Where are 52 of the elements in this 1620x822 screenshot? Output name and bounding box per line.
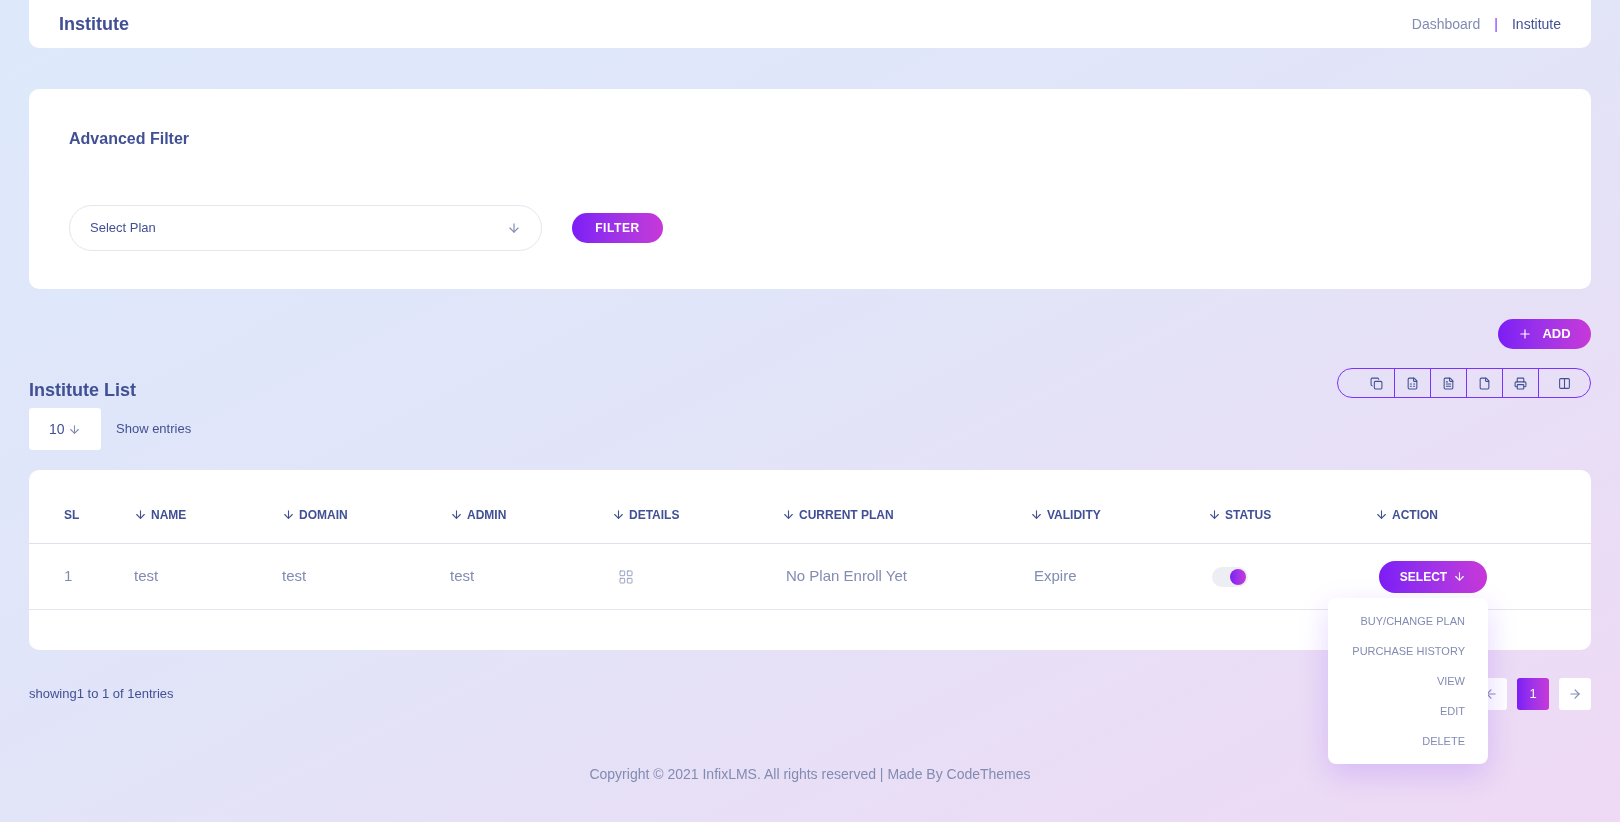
table-cell: test [450,567,475,585]
column-header[interactable]: ADMIN [450,505,612,524]
table-cell: test [282,567,307,585]
column-header[interactable]: VALIDITY [1030,505,1208,524]
plus-icon [1518,327,1533,341]
document-icon [1406,376,1419,390]
sort-icon [1375,508,1388,521]
table-cell: Expire [1034,567,1077,585]
column-header[interactable]: DETAILS [612,505,782,524]
sort-icon [134,508,147,521]
filter-button[interactable]: FILTER [572,213,663,243]
caret-icon [68,422,81,436]
menu-item[interactable]: BUY/CHANGE PLAN [1360,612,1465,630]
menu-item[interactable]: EDIT [1439,702,1465,720]
entries-label: Show entries [116,420,192,439]
caret-icon [507,221,521,235]
column-header[interactable]: STATUS [1208,505,1375,524]
copy-icon [1369,376,1383,390]
menu-item[interactable]: DELETE [1422,732,1465,750]
column-header[interactable]: SL [64,505,134,524]
table-cell: test [134,567,159,585]
menu-item[interactable]: VIEW [1436,672,1465,690]
table-cell: No Plan Enroll Yet [786,567,907,585]
printer-icon [1514,376,1527,390]
select-button[interactable]: SELECT [1379,560,1487,593]
sort-icon [450,508,463,521]
list-title: Institute List [29,379,136,402]
column-header[interactable]: DOMAIN [282,505,450,524]
sort-icon [782,508,795,521]
breadcrumb-separator: | [1494,14,1498,34]
columns-icon [1558,376,1571,390]
page-title: Institute [59,12,129,36]
column-header[interactable]: CURRENT PLAN [782,505,1030,524]
sort-icon [282,508,295,521]
breadcrumb-link[interactable]: Institute [1511,13,1561,35]
document-icon [1478,376,1491,390]
sort-icon [612,508,625,521]
column-header[interactable]: NAME [134,505,282,524]
page-button[interactable]: 1 [1517,678,1549,710]
filter-title: Advanced Filter [69,129,191,149]
column-header[interactable]: ACTION [1375,505,1591,524]
menu-item[interactable]: PURCHASE HISTORY [1352,642,1465,660]
arrow-down-icon [1453,570,1467,583]
table-cell-text: 1 [64,566,74,587]
page-size-select[interactable]: 10 [29,408,101,450]
add-button[interactable]: ADD [1498,319,1591,349]
document-icon [1442,376,1455,390]
sort-icon [1208,508,1221,521]
entries-summary: showing1 to 1 of 1entries [29,685,174,704]
sort-icon [1030,508,1043,521]
status-toggle[interactable] [1212,566,1248,587]
copyright-text: Copyright © 2021 InfixLMS. All rights reserved | Made By CodeThemes [589,765,1031,784]
